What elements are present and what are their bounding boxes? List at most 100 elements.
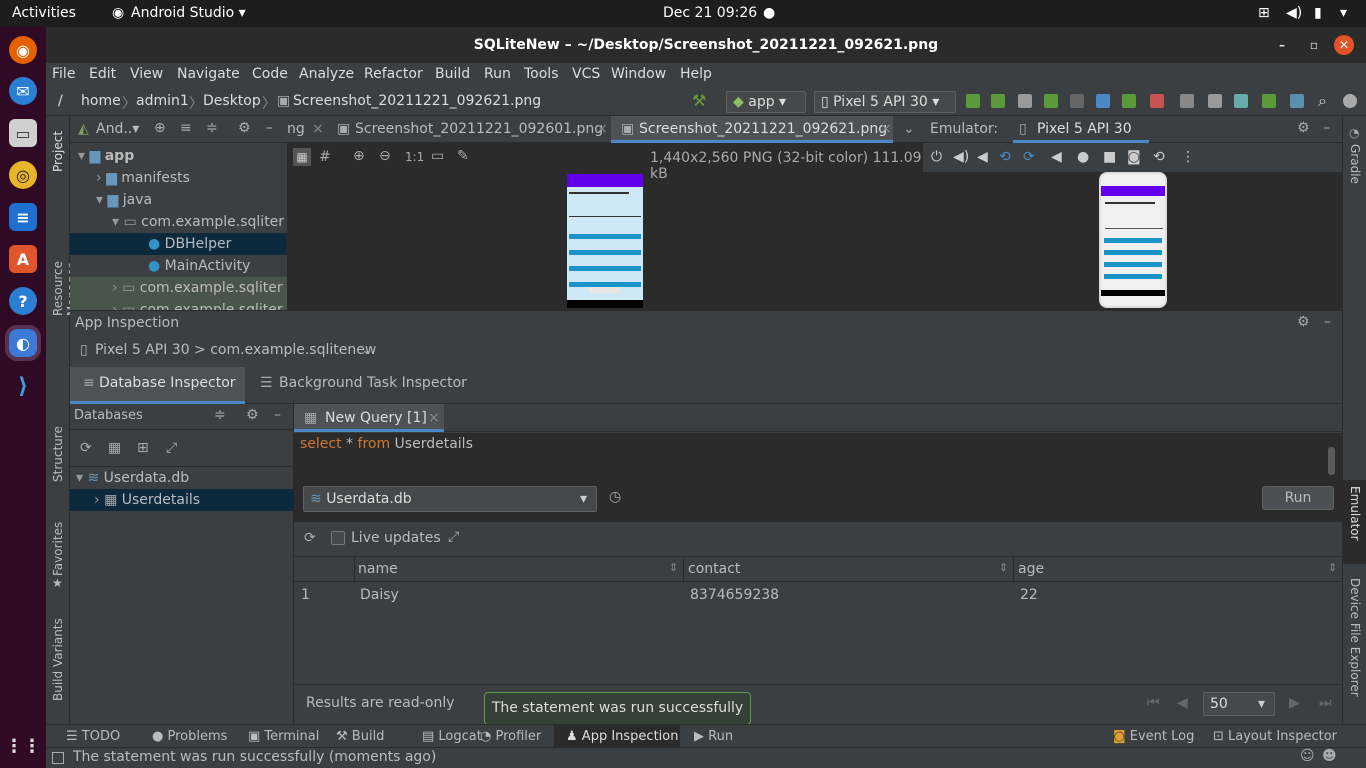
menu-run[interactable]: Run (484, 66, 511, 82)
profiler-tool[interactable]: ◔ Profiler (480, 729, 541, 744)
tree-item-package[interactable]: ▾ ▭ com.example.sqliter (112, 214, 284, 230)
sync-project-icon[interactable] (1180, 94, 1194, 108)
stop-icon[interactable] (1150, 94, 1164, 108)
settings-icon[interactable]: ⚙ (1297, 314, 1310, 330)
sort-icon[interactable]: ⇕ (669, 561, 678, 574)
build-tool[interactable]: ⚒ Build (336, 729, 384, 744)
device-selector[interactable]: ▯ Pixel 5 API 30 ▾ (814, 91, 956, 113)
layout-inspector-tool[interactable]: ⊡ Layout Inspector (1213, 729, 1337, 744)
menu-edit[interactable]: Edit (89, 66, 116, 82)
power-icon[interactable]: ⏻ (931, 149, 942, 165)
keep-connections-icon[interactable]: ⊞ (137, 440, 149, 456)
menu-navigate[interactable]: Navigate (177, 66, 240, 82)
debug-icon[interactable] (1044, 94, 1058, 108)
help-icon[interactable]: ? (9, 287, 37, 315)
battery-icon[interactable]: ▮ (1314, 5, 1322, 21)
rotate-right-icon[interactable]: ⟳ (1023, 149, 1035, 165)
build-variants-tab[interactable]: Build Variants (51, 611, 65, 701)
show-apps-icon[interactable]: ⋮⋮ (5, 732, 41, 760)
settings-icon[interactable]: ⚙ (238, 120, 251, 136)
sort-icon[interactable]: ⇕ (1328, 561, 1337, 574)
volume-down-icon[interactable]: ◀ (977, 149, 988, 165)
zoom-out-icon[interactable]: ⊖ (379, 148, 391, 164)
menu-vcs[interactable]: VCS (572, 66, 600, 82)
event-log-tool[interactable]: ◙ Event Log (1113, 729, 1194, 744)
menu-window[interactable]: Window (611, 66, 666, 82)
profile-icon[interactable] (1096, 94, 1110, 108)
clock[interactable]: Dec 21 09:26 (663, 5, 757, 21)
tree-item-mainactivity[interactable]: ● MainActivity (148, 258, 250, 274)
breadcrumb-root[interactable]: / (58, 93, 63, 109)
firefox-icon[interactable]: ◉ (9, 36, 37, 64)
live-updates-label[interactable]: Live updates (351, 530, 441, 546)
network-icon[interactable]: ⊞ (1258, 5, 1270, 21)
volume-icon[interactable]: ◀) (1286, 5, 1302, 21)
fit-zoom-icon[interactable]: ▭ (431, 148, 444, 164)
cell-contact[interactable]: 8374659238 (690, 587, 779, 603)
system-menu-icon[interactable]: ▾ (1340, 5, 1347, 21)
layout-inspector-icon[interactable] (1290, 94, 1304, 108)
tree-item-manifests[interactable]: › ▆ manifests (96, 170, 190, 186)
android-studio-dock-icon[interactable]: ◐ (5, 325, 41, 361)
project-view-selector[interactable]: And..▾ (96, 121, 139, 137)
zoom-in-icon[interactable]: ⊕ (353, 148, 365, 164)
app-inspection-tool[interactable]: ♟ App Inspection (566, 729, 678, 744)
menu-tools[interactable]: Tools (524, 66, 559, 82)
page-size-select[interactable]: 50 ▾ (1203, 692, 1275, 716)
minimize-button[interactable]: – (1272, 35, 1292, 55)
hide-panel-icon[interactable]: – (1323, 120, 1330, 136)
rotate-left-icon[interactable]: ⟲ (999, 149, 1011, 165)
avd-manager-icon[interactable] (1208, 94, 1222, 108)
close-tab-icon[interactable]: × (880, 121, 892, 137)
breadcrumb-desktop[interactable]: Desktop (203, 93, 261, 109)
menu-help[interactable]: Help (680, 66, 712, 82)
apply-changes-icon[interactable] (966, 94, 980, 108)
process-selector[interactable]: Pixel 5 API 30 > com.example.sqlitenew (95, 342, 376, 358)
close-tab-icon[interactable]: × (312, 121, 324, 137)
menu-analyze[interactable]: Analyze (299, 66, 354, 82)
overview-icon[interactable]: ■ (1103, 149, 1116, 165)
first-page-icon[interactable]: ⏮ (1147, 695, 1160, 711)
emulator-device-tab[interactable]: Pixel 5 API 30 (1037, 121, 1132, 137)
actual-size-button[interactable]: 1:1 (405, 150, 424, 164)
locate-icon[interactable]: ⊕ (154, 120, 166, 136)
chevron-down-icon[interactable]: ⌄ (361, 342, 373, 358)
live-updates-checkbox[interactable] (331, 531, 345, 545)
sdk-manager-icon[interactable] (1234, 94, 1248, 108)
tab-database-inspector[interactable]: Database Inspector (99, 375, 236, 391)
hide-panel-icon[interactable]: – (1324, 314, 1331, 330)
color-picker-icon[interactable]: ✎ (457, 148, 469, 164)
tree-item-java[interactable]: ▾ ▆ java (96, 192, 152, 208)
db-tree-userdetails[interactable]: › ▦ Userdetails (94, 492, 200, 508)
gradle-tab[interactable]: Gradle (1348, 144, 1362, 194)
more-options-icon[interactable]: ⋮ (1181, 149, 1195, 165)
tab-new-query[interactable]: New Query [1] (325, 410, 427, 426)
vscode-icon[interactable]: ⟩ (9, 372, 37, 400)
menu-view[interactable]: View (130, 66, 163, 82)
favorites-tab[interactable]: Favorites (51, 516, 65, 576)
collapse-icon[interactable]: ≑ (214, 407, 226, 423)
breadcrumb-file[interactable]: Screenshot_20211221_092621.png (293, 93, 541, 109)
export-icon[interactable]: ⤢ (448, 529, 459, 545)
chessboard-icon[interactable]: ▦ (293, 148, 311, 166)
hide-panel-icon[interactable]: – (274, 407, 281, 423)
build-hammer-icon[interactable]: ⚒ (692, 91, 706, 110)
menu-build[interactable]: Build (435, 66, 470, 82)
settings-icon[interactable]: ⚙ (246, 407, 259, 423)
new-query-icon[interactable]: ▦ (108, 440, 121, 456)
menu-file[interactable]: File (52, 66, 75, 82)
query-history-icon[interactable]: ◷ (609, 489, 621, 505)
thunderbird-icon[interactable]: ✉ (9, 77, 37, 105)
tree-item-app[interactable]: ▾ ▆ app (78, 148, 134, 164)
tree-item-dbhelper[interactable]: ● DBHelper (148, 236, 231, 252)
column-age[interactable]: age (1018, 561, 1044, 577)
collapse-all-icon[interactable]: ≡ (180, 120, 192, 136)
editor-tab-092601[interactable]: Screenshot_20211221_092601.png (355, 121, 603, 137)
search-everywhere-icon[interactable]: ⌕ (1318, 91, 1327, 111)
account-icon[interactable] (1343, 94, 1357, 108)
db-tree-userdata[interactable]: ▾ ≋ Userdata.db (76, 470, 189, 486)
software-icon[interactable]: A (9, 245, 37, 273)
problems-tool[interactable]: ● Problems (152, 729, 227, 744)
table-row[interactable]: 1 Daisy 8374659238 22 (294, 583, 1342, 608)
column-contact[interactable]: contact (688, 561, 740, 577)
